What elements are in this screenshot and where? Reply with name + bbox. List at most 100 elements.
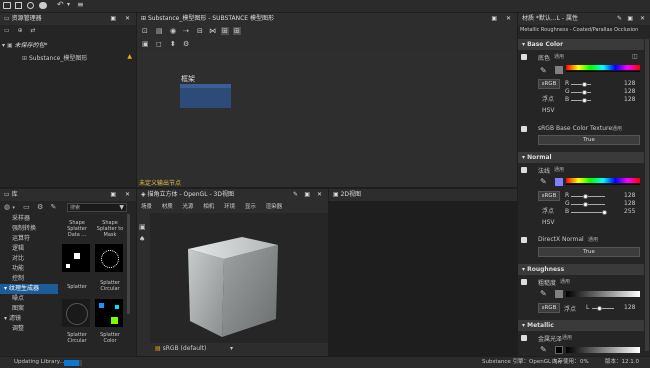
save-icon[interactable] [15,2,22,9]
pin-icon[interactable]: ▣ [110,189,116,201]
viewport-3d[interactable] [150,213,328,343]
section-roughness[interactable]: ▾ Roughness [518,264,644,275]
light-icon[interactable]: ♠ [139,235,145,243]
metallic-checkbox[interactable] [521,335,527,341]
cloud-icon[interactable] [39,2,47,9]
pin-icon[interactable]: ▣ [491,13,497,25]
close-icon[interactable]: ✕ [640,13,645,25]
menu-material[interactable]: 材质 [162,204,173,210]
frame-node[interactable] [180,84,231,108]
library-item-label[interactable]: Shape Splatter to Mask [94,220,126,238]
maximize-icon[interactable]: ▣ [304,189,310,201]
category-item[interactable]: 调整 [0,324,58,334]
close-icon[interactable]: ✕ [125,189,130,201]
close-icon[interactable]: ✕ [317,189,322,201]
library-item-label[interactable]: Splatter [62,284,92,290]
normal-srgb-button[interactable]: sRGB [538,191,560,201]
settings-icon[interactable]: ⚙ [37,203,43,211]
normal-checkbox[interactable] [521,167,527,173]
camera-icon[interactable]: ▣ [139,223,146,231]
pin-icon[interactable]: ▣ [110,13,116,25]
library-scrollbar[interactable] [127,214,130,314]
roughness-l-value[interactable]: 128 [624,304,635,311]
camera-icon[interactable]: ◉ [170,27,176,35]
section-base-color[interactable]: ▾ Base Color [518,39,644,50]
base-color-r-slider[interactable] [571,84,591,85]
category-item[interactable]: 采样器 [0,214,58,224]
category-item[interactable]: 功能 [0,264,58,274]
expand-chevron-icon[interactable]: ▾ [2,42,5,49]
section-metallic[interactable]: ▾ Metallic [518,320,644,331]
base-color-b-value[interactable]: 128 [624,96,635,103]
roughness-gradient[interactable] [566,291,640,297]
category-item[interactable]: 噪点 [0,294,58,304]
base-color-g-value[interactable]: 128 [624,88,635,95]
properties-scrollbar[interactable] [645,39,649,351]
flow-icon[interactable]: ⬍ [170,40,176,48]
base-color-r-value[interactable]: 128 [624,80,635,87]
filter-icon[interactable]: ▼ [119,204,124,211]
splatter-thumbnail[interactable] [62,244,90,272]
graph-canvas[interactable]: 框架 未定义输出节点 [137,51,517,187]
share-icon[interactable] [27,2,34,9]
folder-icon[interactable]: ▭ [23,203,30,211]
category-item[interactable]: 控制 [0,274,58,284]
search-input[interactable]: 搜索 ▼ [67,203,127,212]
pin-icon[interactable]: ✎ [617,13,622,25]
splatter-circular-2-thumbnail[interactable] [62,299,90,327]
close-icon[interactable]: ✕ [125,13,130,25]
fit-icon[interactable]: ▣ [142,40,149,48]
globe-icon[interactable]: ◍ [4,203,10,211]
metallic-gradient[interactable] [566,347,640,353]
menu-camera[interactable]: 相机 [203,204,214,210]
category-item[interactable]: 逻辑 [0,244,58,254]
base-color-b-slider[interactable] [571,100,591,101]
category-item[interactable]: 对比 [0,254,58,264]
library-item-label[interactable]: Splatter Circular [94,280,126,292]
new-package-icon[interactable]: ▭ [4,27,10,34]
tree-package[interactable]: ▾ ▣ 未保存的包* [2,40,132,49]
normal-b-value[interactable]: 255 [624,208,635,215]
section-normal[interactable]: ▾ Normal [518,152,644,163]
category-item-selected[interactable]: ▾ 纹理生成器 [0,284,58,294]
category-item[interactable]: 运算符 [0,234,58,244]
link-icon[interactable]: ⇄ [31,27,36,34]
color-mode-select[interactable]: ▤ sRGB (default) ▾ [155,345,235,354]
base-color-srgb-button[interactable]: sRGB [538,79,560,89]
directx-value[interactable]: True [538,247,640,257]
category-item[interactable]: ▾ 滤镜 [0,314,58,324]
arrow-icon[interactable]: ⇢ [183,27,189,35]
roughness-checkbox[interactable] [521,279,527,285]
library-item-label[interactable]: Splatter Circular [62,332,92,344]
menu-scene[interactable]: 场景 [141,204,152,210]
collapse-icon[interactable]: ▾ [522,41,525,48]
metallic-swatch[interactable] [555,346,563,354]
roughness-l-slider[interactable] [592,308,614,309]
normal-g-value[interactable]: 128 [624,200,635,207]
collapse-icon[interactable]: ▾ [522,154,525,161]
srgb-texture-checkbox[interactable] [521,126,527,132]
base-color-swatch[interactable] [555,66,563,74]
splatter-circular-thumbnail[interactable] [95,244,123,272]
eyedropper-icon[interactable]: ✎ [540,345,547,354]
frame-icon[interactable]: ⊟ [197,27,203,35]
category-item[interactable]: 图案 [0,304,58,314]
grid-icon[interactable]: ⊞ [233,27,241,35]
menu-renderer[interactable]: 渲染器 [266,204,283,210]
directx-checkbox[interactable] [521,237,527,243]
node-icon[interactable]: ◻ [156,40,162,48]
edit-icon[interactable]: ✎ [50,203,56,211]
undo-icon[interactable]: ↶ [57,0,64,9]
menu-environment[interactable]: 环境 [224,204,235,210]
collapse-icon[interactable]: ▾ [522,322,525,329]
srgb-texture-value[interactable]: True [538,135,640,145]
folder-open-icon[interactable] [3,2,11,9]
normal-b-slider[interactable] [571,212,605,213]
collapse-icon[interactable]: ▾ [522,266,525,273]
menu-light[interactable]: 光源 [183,204,194,210]
lock-icon[interactable]: ▣ [627,13,633,25]
layout-icon[interactable]: ⊞ [221,27,229,35]
chevron-down-icon[interactable]: ▾ [12,205,15,211]
link-icon[interactable]: ◫ [632,53,638,60]
menu-icon[interactable]: ≡ [77,0,84,9]
